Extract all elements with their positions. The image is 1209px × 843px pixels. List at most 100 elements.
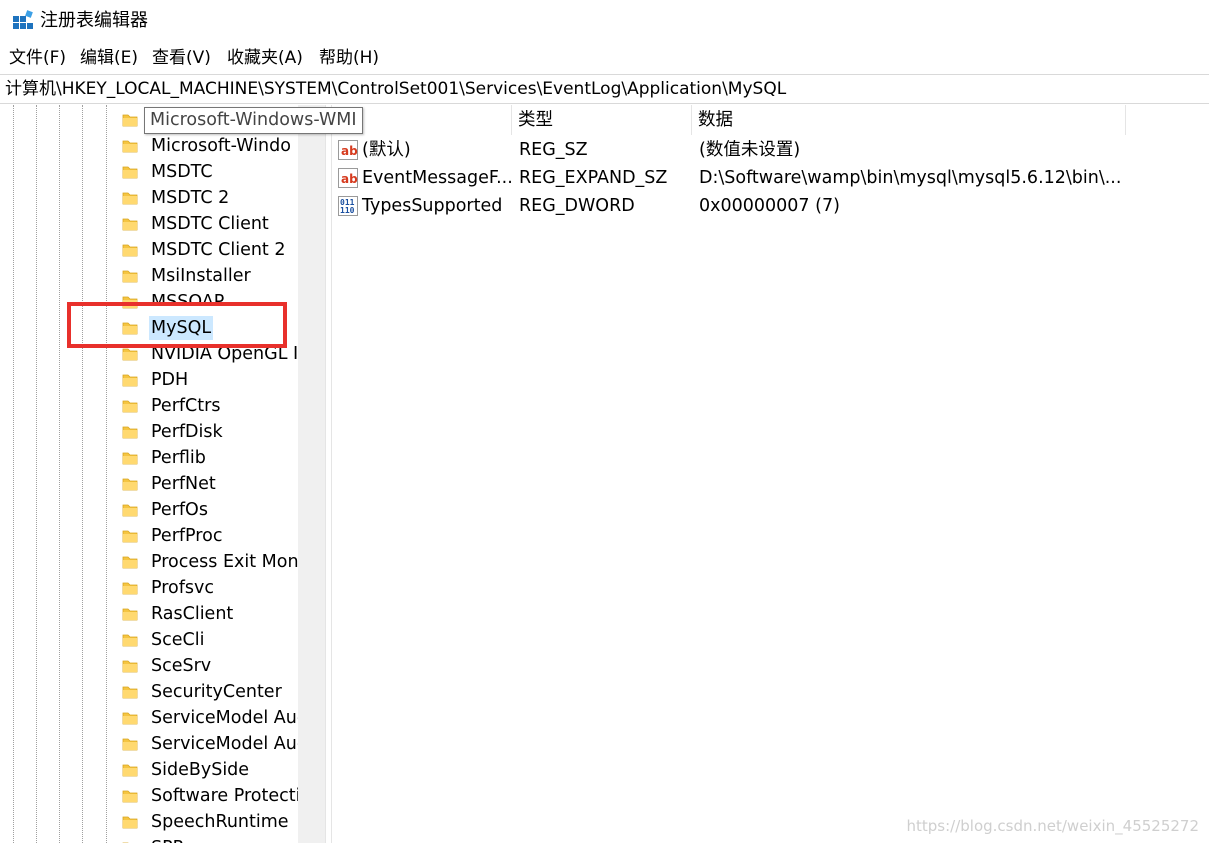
tree-guide-line <box>36 105 37 843</box>
tree-item[interactable]: PerfNet <box>118 471 298 497</box>
folder-icon <box>122 242 138 258</box>
tree-item-label: Perflib <box>151 448 206 468</box>
tree-item-label: RasClient <box>151 604 234 624</box>
folder-icon <box>122 112 138 128</box>
tree-item[interactable]: MSDTC <box>118 159 298 185</box>
tree-item[interactable]: Perflib <box>118 445 298 471</box>
folder-icon <box>122 554 138 570</box>
folder-icon <box>122 814 138 830</box>
folder-icon <box>122 528 138 544</box>
menu-file[interactable]: 文件(F) <box>8 46 67 70</box>
folder-icon <box>122 658 138 674</box>
tree-item-label: MsiInstaller <box>151 266 251 286</box>
tree-item-label: PerfNet <box>151 474 216 494</box>
tree-item[interactable]: SceCli <box>118 627 298 653</box>
value-type: REG_DWORD <box>519 196 635 216</box>
tree-item[interactable]: PDH <box>118 367 298 393</box>
tree-item[interactable]: MsiInstaller <box>118 263 298 289</box>
tree-item-label: ServiceModel Auc <box>151 734 298 754</box>
tree-item-label: Profsvc <box>151 578 215 598</box>
tree-item-label: SPP <box>149 836 185 843</box>
tree-item[interactable]: Software Protecti <box>118 783 298 809</box>
tree-item-label: ServiceModel Auc <box>151 708 298 728</box>
tree-item[interactable]: RasClient <box>118 601 298 627</box>
folder-icon <box>122 476 138 492</box>
folder-icon <box>122 268 138 284</box>
tree-item[interactable]: PerfDisk <box>118 419 298 445</box>
folder-icon <box>122 424 138 440</box>
registry-icon <box>13 10 33 29</box>
tree-item-label: Microsoft-Windo <box>151 136 291 156</box>
values-pane[interactable]: 类型 数据 (默认) REG_SZ (数值未设置) EventMessageF... R… <box>332 105 1209 843</box>
tree-tooltip: Microsoft-Windows-WMI <box>144 107 363 134</box>
tree-item-label: PerfProc <box>151 526 223 546</box>
folder-icon <box>122 736 138 752</box>
tree-item[interactable]: PerfOs <box>118 497 298 523</box>
folder-icon <box>122 398 138 414</box>
tree-item[interactable]: Profsvc <box>118 575 298 601</box>
tree-scrollbar[interactable] <box>298 105 325 843</box>
menu-bar: 文件(F) 编辑(E) 查看(V) 收藏夹(A) 帮助(H) <box>0 42 1209 74</box>
value-row[interactable]: TypesSupported REG_DWORD 0x00000007 (7) <box>332 192 1132 220</box>
folder-icon <box>122 372 138 388</box>
folder-icon <box>122 762 138 778</box>
menu-favorites[interactable]: 收藏夹(A) <box>226 46 304 70</box>
folder-icon <box>122 450 138 466</box>
value-name: TypesSupported <box>362 196 503 216</box>
value-name: (默认) <box>362 140 411 160</box>
tree-item[interactable]: PerfCtrs <box>118 393 298 419</box>
address-path[interactable]: 计算机\HKEY_LOCAL_MACHINE\SYSTEM\ControlSet… <box>5 77 786 101</box>
value-type: REG_EXPAND_SZ <box>519 168 668 188</box>
tree-item[interactable]: SceSrv <box>118 653 298 679</box>
folder-icon <box>122 164 138 180</box>
folder-icon <box>122 580 138 596</box>
tree-item[interactable]: MSDTC Client <box>118 211 298 237</box>
tree-item[interactable]: SPP <box>118 835 298 843</box>
value-type: REG_SZ <box>519 140 588 160</box>
annotation-highlight-box <box>67 302 287 348</box>
tree-item[interactable]: ServiceModel Auc <box>118 705 298 731</box>
tree-item-label: SceSrv <box>151 656 212 676</box>
tree-guide-line <box>82 105 83 843</box>
value-row[interactable]: EventMessageF... REG_EXPAND_SZ D:\Software… <box>332 164 1132 192</box>
tree-item[interactable]: PerfProc <box>118 523 298 549</box>
key-tree-pane[interactable]: Microsoft-Windo MSDTC MSDTC 2 MSDTC Client M… <box>0 105 298 843</box>
string-value-icon <box>338 168 358 188</box>
folder-icon <box>122 190 138 206</box>
tree-guide-line <box>59 105 60 843</box>
pane-splitter[interactable] <box>325 105 332 843</box>
tree-item-label: MSDTC 2 <box>151 188 230 208</box>
tree-item[interactable]: MSDTC 2 <box>118 185 298 211</box>
tree-item[interactable]: SideBySide <box>118 757 298 783</box>
tree-item-label: Software Protecti <box>151 786 298 806</box>
tree-item[interactable]: SecurityCenter <box>118 679 298 705</box>
folder-icon <box>122 632 138 648</box>
value-row[interactable]: (默认) REG_SZ (数值未设置) <box>332 136 1132 164</box>
window-title: 注册表编辑器 <box>40 10 148 31</box>
tree-item-label: PerfDisk <box>151 422 223 442</box>
folder-icon <box>122 710 138 726</box>
tree-item-label: PerfOs <box>151 500 208 520</box>
tree-item-label: PDH <box>151 370 189 390</box>
watermark: https://blog.csdn.net/weixin_45525272 <box>906 817 1199 835</box>
column-header-data[interactable]: 数据 <box>692 105 1126 135</box>
string-value-icon <box>338 140 358 160</box>
folder-icon <box>122 138 138 154</box>
tree-item[interactable]: MSDTC Client 2 <box>118 237 298 263</box>
menu-view[interactable]: 查看(V) <box>151 46 212 70</box>
tree-item[interactable]: SpeechRuntime <box>118 809 298 835</box>
tree-item[interactable]: ServiceModel Auc <box>118 731 298 757</box>
folder-icon <box>122 502 138 518</box>
menu-edit[interactable]: 编辑(E) <box>79 46 139 70</box>
folder-icon <box>122 788 138 804</box>
address-bar[interactable]: 计算机\HKEY_LOCAL_MACHINE\SYSTEM\ControlSet… <box>0 74 1209 104</box>
tree-item[interactable]: Process Exit Moni <box>118 549 298 575</box>
tree-item-label: MSDTC Client <box>151 214 269 234</box>
tree-item[interactable]: Microsoft-Windo <box>118 133 298 159</box>
title-bar: 注册表编辑器 <box>0 0 1209 42</box>
folder-icon <box>122 346 138 362</box>
value-data: D:\Software\wamp\bin\mysql\mysql5.6.12\b… <box>699 168 1122 188</box>
column-header-type[interactable]: 类型 <box>512 105 692 135</box>
folder-icon <box>122 216 138 232</box>
menu-help[interactable]: 帮助(H) <box>318 46 380 70</box>
